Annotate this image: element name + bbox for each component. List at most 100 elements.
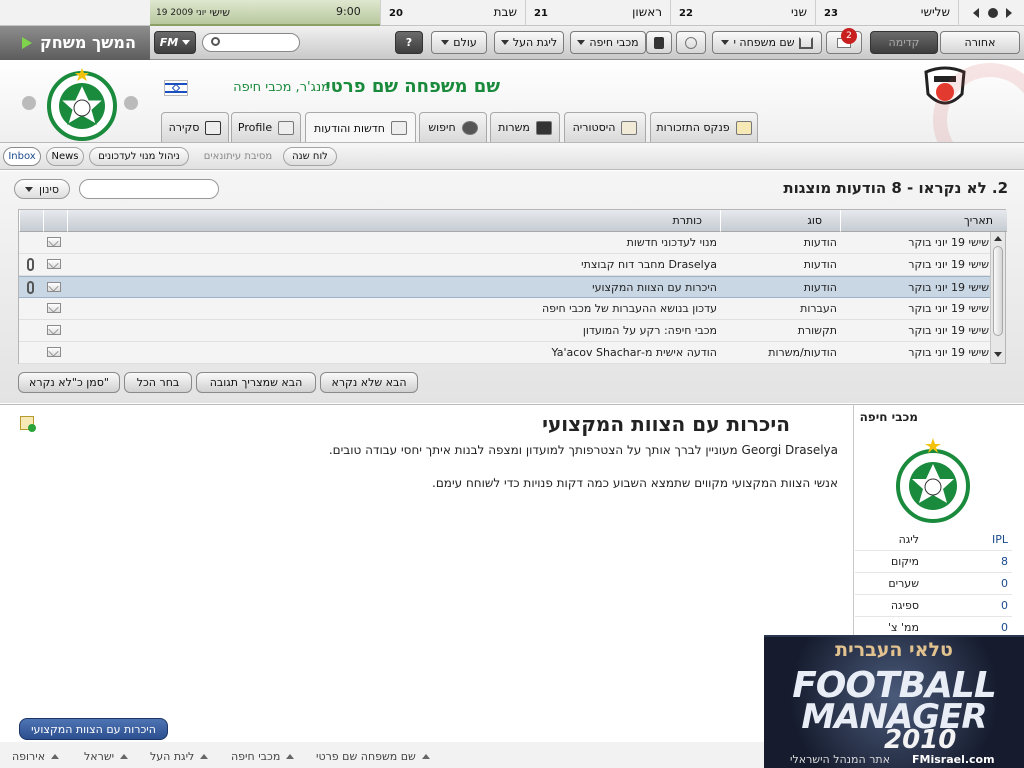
chevron-down-icon [441, 40, 450, 45]
search-input[interactable] [202, 33, 300, 52]
tab-notes[interactable]: פנקס התזכורות [650, 112, 758, 142]
sidebar-divider [853, 404, 854, 644]
league-menu-button[interactable]: ליגת העל [494, 31, 564, 54]
meet-staff-button[interactable]: היכרות עם הצוות המקצועי [19, 718, 168, 740]
calendar-day[interactable]: שני 22 [670, 0, 815, 26]
calendar-day[interactable]: שבת 20 [380, 0, 525, 26]
toolbar: המשך משחק FM ? עולם ליגת העל מכבי חיפה ש… [0, 26, 1024, 60]
envelope-icon [47, 303, 61, 313]
row-date: שישי 19 יוני בוקר [908, 258, 989, 271]
stat-value: IPL [991, 533, 1008, 546]
prev-club-icon[interactable] [22, 96, 36, 110]
row-subject: מנוי לעדכוני חדשות [626, 236, 717, 249]
world-menu-button[interactable]: עולם [431, 31, 487, 54]
subnav-inbox[interactable]: Inbox [3, 147, 41, 166]
ball-icon [685, 36, 697, 49]
tab-search[interactable]: חיפוש [419, 112, 487, 142]
prev-icon[interactable] [973, 8, 979, 18]
table-row[interactable]: היכרות עם הצוות המקצועי הודעות שישי 19 יונ… [19, 276, 991, 298]
stat-value: 0 [1001, 599, 1008, 612]
row-type: הודעות [803, 236, 837, 249]
dot-icon[interactable] [988, 8, 998, 18]
row-date: שישי 19 יוני בוקר [908, 302, 989, 315]
paperclip-icon [27, 281, 34, 294]
subnav-news[interactable]: News [46, 147, 84, 166]
calendar-bar: שישי 19 יוני 2009 9:00 שבת 20 ראשון 21 שני… [0, 0, 1024, 26]
tab-history[interactable]: היסטוריה [564, 112, 646, 142]
page-title: שם משפחה שם פרטי [325, 76, 500, 97]
stat-value: 0 [1001, 621, 1008, 634]
table-row[interactable]: Draselya מחבר דוח קבוצתי הודעות שישי 19 יו… [19, 254, 991, 276]
club-menu-button[interactable]: מכבי חיפה [570, 31, 646, 54]
row-type: תקשורת [797, 324, 837, 337]
next-reply-button[interactable]: הבא שמצריך תגובה [196, 372, 316, 393]
table-row[interactable]: עדכון בנושא ההעברות של מכבי חיפה העברות שי… [19, 298, 991, 320]
table-row[interactable]: הודעה אישית מ-Ya'acov Shachar הודעות/משרו… [19, 342, 991, 364]
continue-game-button[interactable]: המשך משחק [0, 26, 150, 60]
subnav-press[interactable]: מסיבת עיתונאים [196, 147, 280, 166]
table-row[interactable]: מכבי חיפה: רקע על המועדון תקשורת שישי 19 י… [19, 320, 991, 342]
help-button[interactable]: ? [395, 31, 423, 54]
envelope-icon [47, 325, 61, 335]
scroll-thumb[interactable] [993, 246, 1003, 336]
tab-overview[interactable]: סקירה [161, 112, 229, 142]
message-list: כותרת סוג תאריך מנוי לעדכוני חדשות הודעות… [18, 209, 1007, 364]
tactics-icon [654, 36, 664, 49]
training-icon-button[interactable] [676, 31, 706, 54]
chevron-down-icon [25, 186, 33, 192]
header-subject[interactable]: כותרת [67, 210, 720, 232]
breadcrumb-club[interactable]: מכבי חיפה [231, 750, 294, 763]
breadcrumb-country[interactable]: ישראל [84, 750, 128, 763]
sidebar-stat-row: מיקום 8 [855, 551, 1012, 573]
scroll-icon [621, 120, 638, 135]
next-club-icon[interactable] [124, 96, 138, 110]
forward-button[interactable]: קדימה [870, 31, 938, 54]
tab-news[interactable]: חדשות והודעות [305, 112, 416, 143]
manager-menu-button[interactable]: שם משפחה י [712, 31, 822, 54]
envelope-icon [47, 282, 61, 292]
id-card-icon [278, 120, 295, 135]
header-attach[interactable] [19, 210, 43, 232]
breadcrumb-manager[interactable]: שם משפחה שם פרטי [316, 750, 430, 763]
header-type[interactable]: סוג [720, 210, 840, 232]
stat-value: 8 [1001, 555, 1008, 568]
sidebar-stat-row: ספיגה 0 [855, 595, 1012, 617]
tab-profile[interactable]: Profile [231, 112, 301, 142]
mark-unread-button[interactable]: סמן כ"לא נקרא" [18, 372, 120, 393]
row-subject: היכרות עם הצוות המקצועי [592, 281, 717, 294]
fm-menu-button[interactable]: FM [154, 31, 196, 54]
select-all-button[interactable]: בחר הכל [124, 372, 192, 393]
notification-badge: 2 [841, 28, 857, 44]
subnav-news-subscriptions[interactable]: ניהול מנוי לעדכונים [89, 147, 189, 166]
home-icon [798, 36, 813, 49]
sidebar-stat-row: שערים 0 [855, 573, 1012, 595]
message-body-1: Georgi Draselya מעוניין לברך אותך על הצט… [328, 443, 838, 457]
tab-jobs[interactable]: משרות [490, 112, 560, 142]
next-unread-button[interactable]: הבא שלא נקרא [320, 372, 418, 393]
scrollbar[interactable] [990, 232, 1005, 363]
calendar-day[interactable]: ראשון 21 [525, 0, 670, 26]
breadcrumb-league[interactable]: ליגת העל [150, 750, 208, 763]
add-note-icon[interactable] [20, 416, 36, 432]
scroll-down-icon[interactable] [994, 352, 1002, 357]
stat-label: ליגה [898, 533, 919, 546]
calendar-day[interactable]: שלישי 23 [815, 0, 958, 26]
scroll-up-icon[interactable] [994, 236, 1002, 241]
squad-icon-button[interactable] [646, 31, 672, 54]
today-name: שישי [209, 6, 230, 19]
header-read[interactable] [43, 210, 67, 232]
newspaper-icon [391, 121, 407, 135]
inbox-search-input[interactable] [79, 179, 219, 199]
inbox-notification-button[interactable]: 2 [826, 28, 862, 54]
next-icon[interactable] [1006, 8, 1012, 18]
briefcase-icon [535, 120, 552, 135]
filter-dropdown[interactable]: סינון [14, 179, 70, 199]
calendar-today[interactable]: שישי 19 יוני 2009 9:00 [150, 0, 380, 26]
fm2010-logo: טלאי העברית FOOTBALL MANAGER 2010 FMisra… [764, 635, 1024, 768]
subnav-calendar[interactable]: לוח שנה [283, 147, 337, 166]
table-row[interactable]: מנוי לעדכוני חדשות הודעות שישי 19 יוני בוק… [19, 232, 991, 254]
back-button[interactable]: אחורה [940, 31, 1020, 54]
stat-label: ספיגה [890, 599, 919, 612]
header-date[interactable]: תאריך [840, 210, 1007, 232]
breadcrumb-continent[interactable]: אירופה [12, 750, 59, 763]
